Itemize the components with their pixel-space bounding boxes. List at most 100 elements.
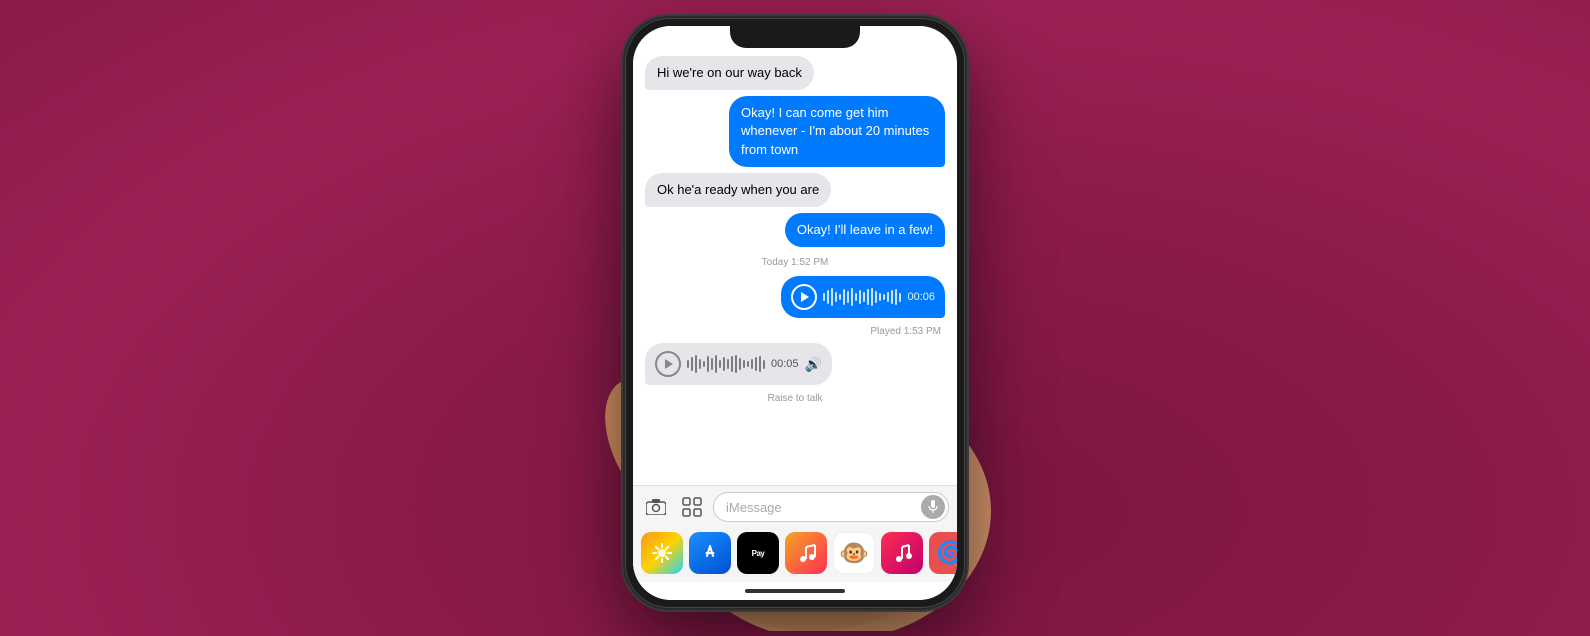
custom-icon: 🌀 (936, 540, 957, 566)
played-label: Played 1:53 PM (645, 326, 945, 337)
messages-area: Hi we're on our way back Okay! I can com… (633, 26, 957, 485)
waveform-bar (839, 294, 841, 300)
home-bar (745, 589, 845, 593)
raise-to-talk-label: Raise to talk (645, 393, 945, 404)
waveform-bar-gray (699, 359, 701, 369)
waveform-bar (867, 289, 869, 305)
waveform-bar-gray (759, 356, 761, 372)
waveform-bar (887, 292, 889, 302)
music2-icon (891, 542, 913, 564)
appstore-icon (682, 497, 702, 517)
waveform-bar (847, 291, 849, 303)
waveform-bar (891, 290, 893, 304)
audio-duration-sent: 00:06 (907, 291, 935, 303)
messages-screen: Hi we're on our way back Okay! I can com… (633, 26, 957, 600)
waveform-bar-gray (711, 358, 713, 370)
notch (730, 26, 860, 48)
waveform-bar (859, 290, 861, 304)
message-input[interactable]: iMessage (713, 492, 949, 522)
bitmoji-icon: 🐵 (839, 539, 869, 568)
waveform-bar (863, 292, 865, 302)
waveform-bar (823, 293, 825, 301)
play-button-sent[interactable] (791, 284, 817, 310)
waveform-bar-gray (691, 357, 693, 371)
app-icon-music[interactable] (785, 532, 827, 574)
app-icon-applepay[interactable]: Pay (737, 532, 779, 574)
audio-bubble-sent[interactable]: 00:06 (781, 276, 945, 318)
applepay-label: Pay (752, 549, 765, 558)
waveform-bar (895, 289, 897, 305)
waveform-bar-gray (747, 361, 749, 367)
waveform-bar-gray (719, 360, 721, 368)
appstore-drawer-icon (699, 542, 721, 564)
waveform-bar-gray (723, 357, 725, 371)
mic-button[interactable] (921, 495, 945, 519)
home-indicator-area (633, 582, 957, 600)
waveform-bar-gray (739, 358, 741, 370)
waveform-bar-gray (707, 356, 709, 372)
app-icon-appstore[interactable] (689, 532, 731, 574)
mic-icon (928, 500, 938, 514)
input-placeholder: iMessage (726, 500, 782, 515)
waveform-bar-gray (687, 360, 689, 368)
bubble-sent-2: Okay! I can come get him whenever - I'm … (729, 96, 945, 167)
waveform-bar (851, 288, 853, 306)
waveform-bar-gray (727, 359, 729, 369)
waveform-bar (835, 292, 837, 302)
waveform-bar-gray (715, 355, 717, 373)
waveform-bar-gray (731, 356, 733, 372)
message-row-3: Ok he'a ready when you are (645, 173, 945, 207)
app-icon-bitmoji[interactable]: 🐵 (833, 532, 875, 574)
waveform-bar (855, 293, 857, 301)
waveform-bar-gray (755, 357, 757, 371)
waveform-bar-gray (735, 355, 737, 373)
appstore-button[interactable] (677, 492, 707, 522)
audio-duration-received: 00:05 (771, 358, 799, 370)
waveform-bar (843, 289, 845, 305)
input-area: iMessage (633, 485, 957, 528)
message-row-audio-received: 00:05 🔊 (645, 343, 945, 385)
message-row-audio-sent: 00:06 (645, 276, 945, 318)
app-drawer: Pay (633, 528, 957, 582)
photos-icon (651, 542, 673, 564)
bubble-text-4: Okay! I'll leave in a few! (797, 222, 933, 237)
audio-bubble-received[interactable]: 00:05 🔊 (645, 343, 832, 385)
waveform-received (687, 354, 765, 374)
scene: Hi we're on our way back Okay! I can com… (0, 0, 1590, 636)
message-row-4: Okay! I'll leave in a few! (645, 213, 945, 247)
waveform-bar (883, 294, 885, 300)
waveform-bar (871, 288, 873, 306)
waveform-bar (899, 293, 901, 302)
app-icon-photos[interactable] (641, 532, 683, 574)
waveform-bar-gray (703, 361, 705, 367)
play-triangle-icon (801, 292, 809, 302)
play-button-received[interactable] (655, 351, 681, 377)
app-icon-music2[interactable] (881, 532, 923, 574)
waveform-bar-gray (743, 360, 745, 368)
bubble-text-1: Hi we're on our way back (657, 65, 802, 80)
timestamp: Today 1:52 PM (645, 257, 945, 268)
camera-icon (646, 499, 666, 515)
bubble-sent-4: Okay! I'll leave in a few! (785, 213, 945, 247)
message-input-wrapper: iMessage (713, 492, 949, 522)
waveform-bar-gray (751, 359, 753, 369)
camera-button[interactable] (641, 492, 671, 522)
waveform-bar (827, 290, 829, 304)
waveform-bar (879, 293, 881, 301)
bubble-text-3: Ok he'a ready when you are (657, 182, 819, 197)
bubble-received-1: Hi we're on our way back (645, 56, 814, 90)
waveform-bar-gray (695, 355, 697, 373)
play-triangle-gray-icon (665, 359, 673, 369)
message-row-2: Okay! I can come get him whenever - I'm … (645, 96, 945, 167)
iphone-screen: Hi we're on our way back Okay! I can com… (633, 26, 957, 600)
waveform-bar-gray (763, 360, 765, 369)
waveform-bar (831, 288, 833, 306)
waveform-bar (875, 291, 877, 303)
waveform-sent (823, 287, 901, 307)
app-icon-custom[interactable]: 🌀 (929, 532, 957, 574)
music-icon (795, 542, 817, 564)
message-row-1: Hi we're on our way back (645, 56, 945, 90)
bubble-received-3: Ok he'a ready when you are (645, 173, 831, 207)
bubble-text-2: Okay! I can come get him whenever - I'm … (741, 105, 929, 156)
iphone: Hi we're on our way back Okay! I can com… (625, 18, 965, 608)
